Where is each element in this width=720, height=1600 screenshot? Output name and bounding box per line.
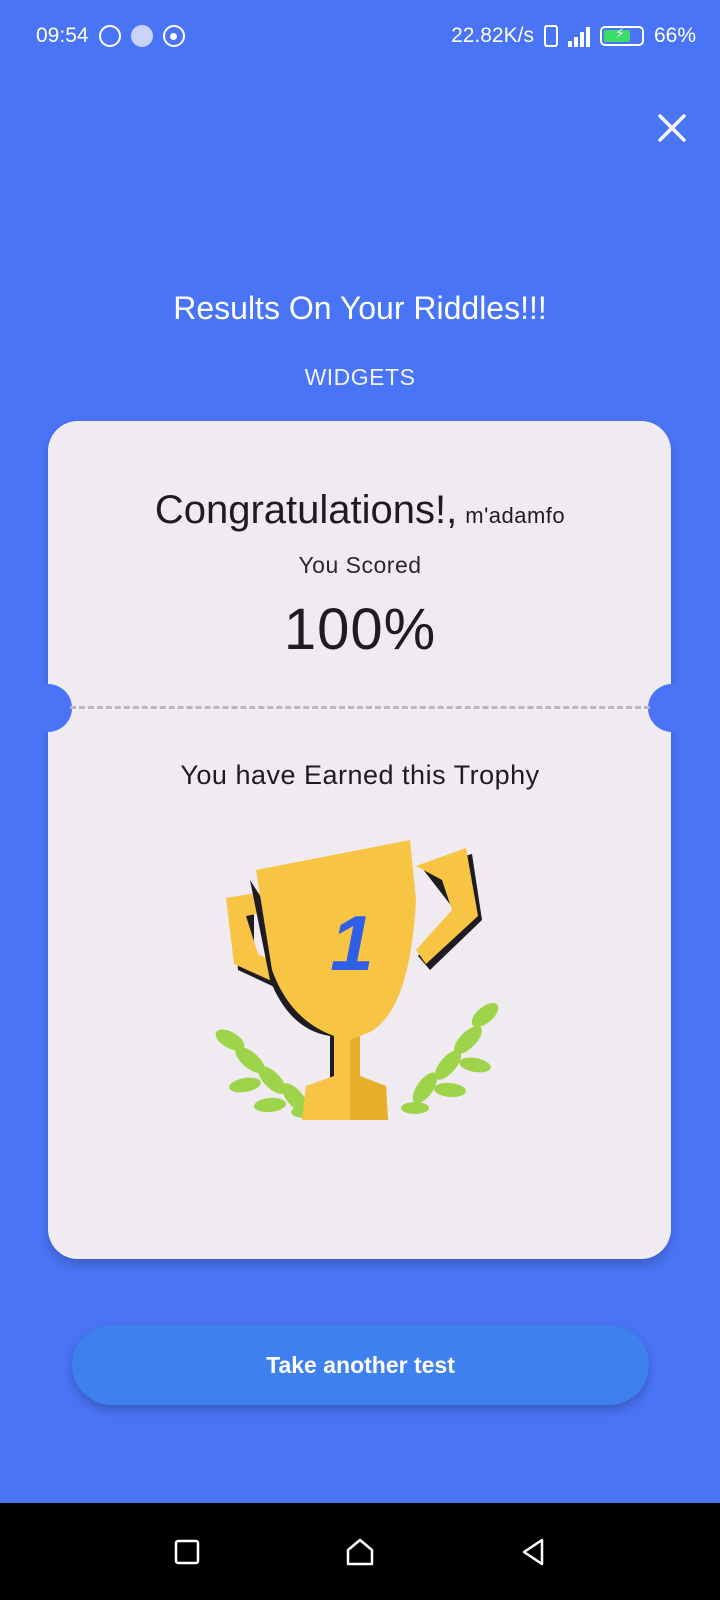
trophy-earned-text: You have Earned this Trophy <box>180 760 540 790</box>
score-label: You Scored <box>298 552 422 578</box>
home-button[interactable] <box>340 1532 380 1572</box>
status-bar: 09:54 22.82K/s 66% <box>0 0 720 72</box>
back-icon <box>523 1538 544 1565</box>
status-right: 22.82K/s 66% <box>451 24 696 48</box>
status-time: 09:54 <box>36 24 89 47</box>
take-another-test-button[interactable]: Take another test <box>72 1325 649 1405</box>
laurel-right-icon <box>401 1003 499 1114</box>
close-button[interactable] <box>652 108 692 148</box>
close-icon <box>658 114 686 142</box>
ticket-notch-right <box>648 684 696 732</box>
home-icon <box>346 1538 374 1565</box>
network-speed: 22.82K/s <box>451 24 534 47</box>
notification-circle-icon <box>98 25 121 47</box>
score-value: 100% <box>283 597 437 662</box>
battery-icon <box>599 25 644 46</box>
category-label: WIDGETS <box>304 364 416 390</box>
ticket-notch-left <box>24 684 72 732</box>
username: m'adamfo <box>465 503 566 528</box>
notification-dot-icon <box>130 25 153 47</box>
results-title: Results On Your Riddles!!! <box>173 290 547 326</box>
location-icon <box>162 25 185 47</box>
greeting-text: Congratulations!, <box>154 488 458 532</box>
ticket-divider <box>70 706 650 709</box>
status-left: 09:54 <box>36 24 185 48</box>
trophy-icon: 1 <box>215 840 499 1120</box>
signal-icon <box>567 25 590 47</box>
back-button[interactable] <box>513 1532 553 1572</box>
navigation-bar <box>0 1503 720 1600</box>
congratulations-line: Congratulations!, m'adamfo <box>0 488 720 533</box>
battery-level: 66% <box>653 24 696 47</box>
laurel-left-icon <box>215 1029 319 1118</box>
recents-icon <box>174 1539 199 1564</box>
trophy-rank: 1 <box>330 899 373 987</box>
recents-button[interactable] <box>167 1532 207 1572</box>
vibrate-icon <box>543 25 558 47</box>
